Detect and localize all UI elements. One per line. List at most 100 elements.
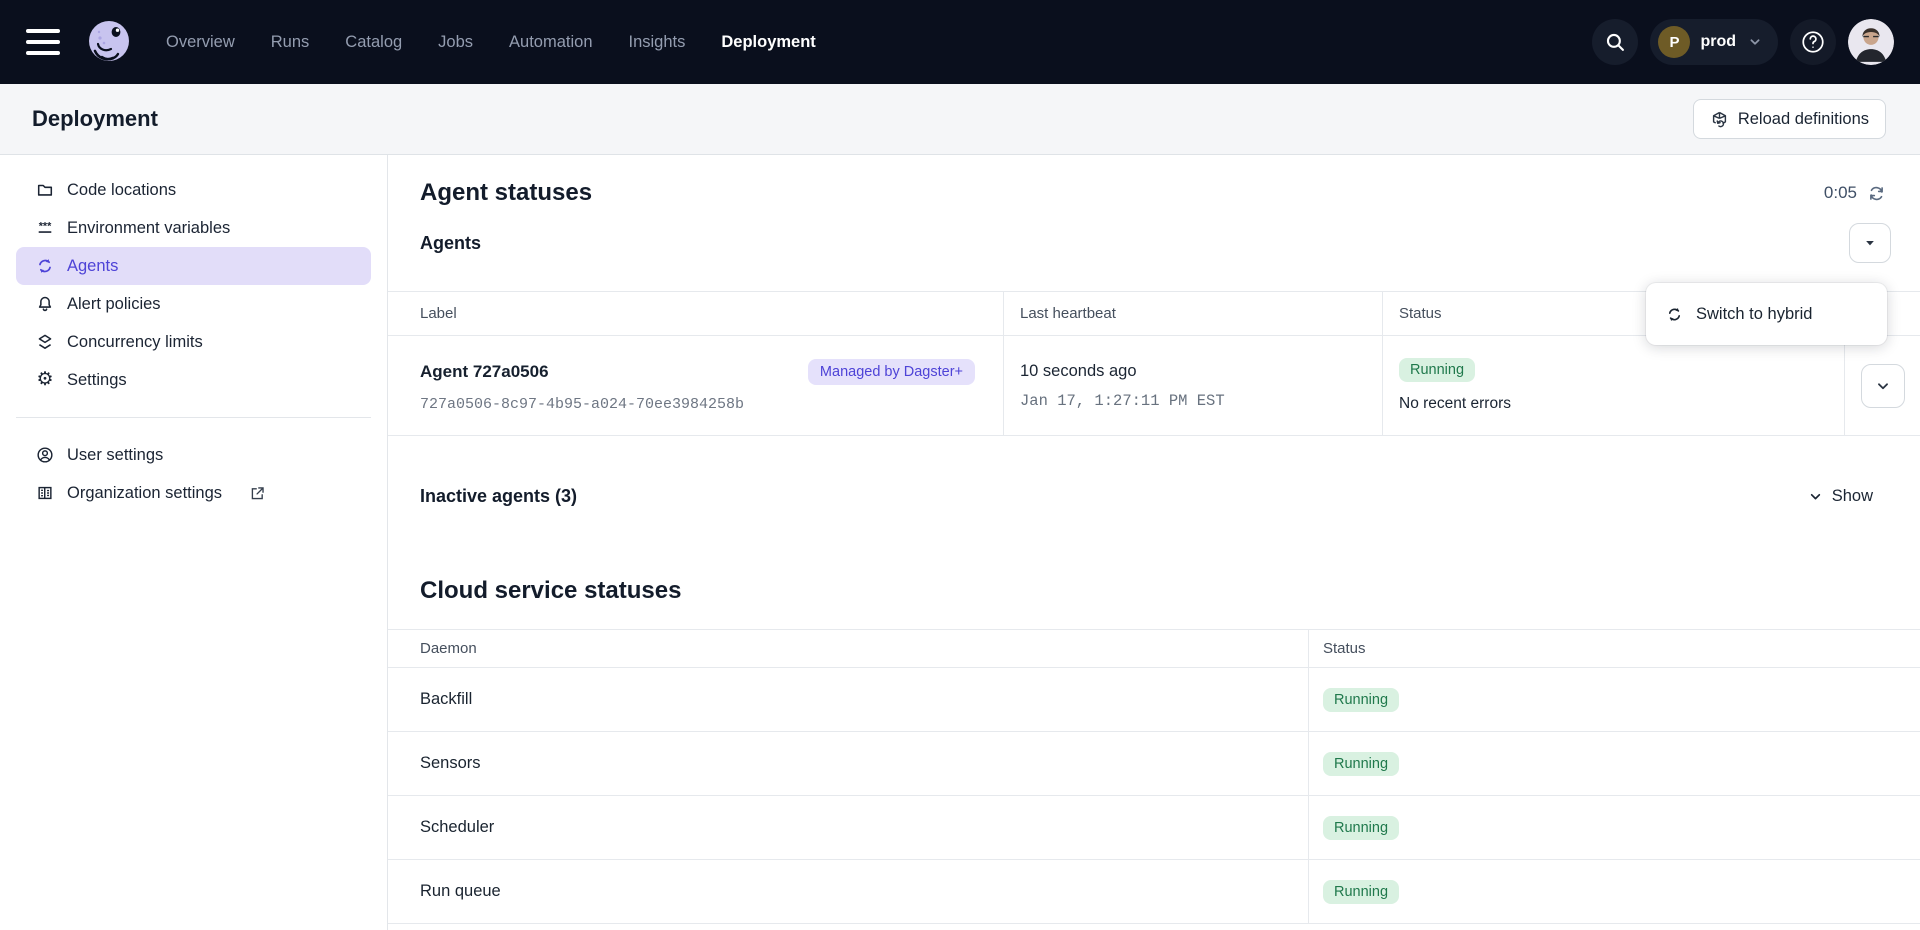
sidebar-item-agents[interactable]: Agents — [16, 247, 371, 285]
sidebar-item-label: Concurrency limits — [67, 333, 203, 352]
agent-sync-icon — [1666, 306, 1683, 323]
chevron-down-icon — [1807, 488, 1824, 505]
nav-item-overview[interactable]: Overview — [166, 33, 235, 52]
agent-actions-cell — [1844, 336, 1920, 435]
chevron-down-icon — [1746, 33, 1764, 51]
agent-sync-icon — [36, 257, 54, 275]
daemon-row-run-queue: Run queue Running — [388, 860, 1920, 924]
status-badge: Running — [1323, 816, 1399, 840]
agent-row-expand-button[interactable] — [1861, 364, 1905, 408]
menu-icon[interactable] — [26, 29, 60, 55]
page-header: Deployment Reload definitions — [0, 84, 1920, 155]
daemon-name: Sensors — [388, 732, 1308, 795]
sidebar-item-organization-settings[interactable]: Organization settings — [16, 474, 371, 512]
sidebar-item-environment-variables[interactable]: *** Environment variables — [16, 209, 371, 247]
gear-icon: ⚙ — [36, 371, 54, 389]
status-badge: Running — [1323, 752, 1399, 776]
auto-refresh: 0:05 — [1824, 183, 1886, 203]
user-avatar[interactable] — [1848, 19, 1894, 65]
heartbeat-timestamp: Jan 17, 1:27:11 PM EST — [1020, 392, 1366, 410]
status-detail: No recent errors — [1399, 395, 1828, 413]
sidebar-item-settings[interactable]: ⚙ Settings — [16, 361, 371, 399]
daemon-row-scheduler: Scheduler Running — [388, 796, 1920, 860]
status-badge: Running — [1399, 358, 1475, 382]
org-avatar: P — [1658, 26, 1690, 58]
daemon-status-cell: Running — [1308, 732, 1920, 795]
agents-section-title: Agents — [420, 233, 481, 254]
sidebar-item-alert-policies[interactable]: Alert policies — [16, 285, 371, 323]
status-badge: Running — [1323, 688, 1399, 712]
help-button[interactable] — [1790, 19, 1836, 65]
sidebar-item-label: Settings — [67, 371, 127, 390]
refresh-countdown: 0:05 — [1824, 183, 1857, 203]
navbar-actions: P prod — [1592, 19, 1894, 65]
deployment-sidebar: Code locations *** Environment variables… — [0, 155, 388, 930]
show-inactive-agents-toggle[interactable]: Show — [1807, 487, 1873, 506]
user-circle-icon — [36, 446, 54, 464]
top-navbar: Overview Runs Catalog Jobs Automation In… — [0, 0, 1920, 84]
nav-item-catalog[interactable]: Catalog — [345, 33, 402, 52]
sidebar-item-label: User settings — [67, 446, 163, 465]
sidebar-item-label: Alert policies — [67, 295, 161, 314]
inactive-agents-title: Inactive agents (3) — [420, 486, 577, 507]
organization-icon — [36, 484, 54, 502]
agents-menu-button[interactable] — [1849, 223, 1891, 263]
chevron-down-icon — [1874, 377, 1892, 395]
daemon-name: Backfill — [388, 668, 1308, 731]
agent-status-cell: Running No recent errors — [1382, 336, 1844, 435]
menu-item-switch-to-hybrid[interactable]: Switch to hybrid — [1646, 291, 1887, 337]
sidebar-item-label: Environment variables — [67, 219, 230, 238]
primary-nav: Overview Runs Catalog Jobs Automation In… — [166, 33, 816, 52]
folder-icon — [36, 181, 54, 199]
sidebar-item-user-settings[interactable]: User settings — [16, 436, 371, 474]
deployment-name: prod — [1700, 33, 1736, 51]
agent-label-cell: Agent 727a0506 Managed by Dagster+ 727a0… — [388, 336, 1003, 435]
agent-name: Agent 727a0506 — [420, 362, 549, 382]
sidebar-divider — [16, 417, 371, 418]
reload-definitions-label: Reload definitions — [1738, 110, 1869, 129]
agent-table-row: Agent 727a0506 Managed by Dagster+ 727a0… — [388, 336, 1920, 436]
reload-definitions-button[interactable]: Reload definitions — [1693, 99, 1886, 139]
daemon-name: Run queue — [388, 860, 1308, 923]
search-button[interactable] — [1592, 19, 1638, 65]
page-title: Deployment — [32, 106, 158, 132]
column-header-last-heartbeat: Last heartbeat — [1003, 292, 1382, 335]
nav-item-jobs[interactable]: Jobs — [438, 33, 473, 52]
nav-item-automation[interactable]: Automation — [509, 33, 592, 52]
daemon-status-cell: Running — [1308, 796, 1920, 859]
cloud-services-table: Daemon Status Backfill Running Sensors R… — [388, 629, 1920, 924]
nav-item-runs[interactable]: Runs — [271, 33, 310, 52]
column-header-label: Label — [388, 292, 1003, 335]
dagster-logo-icon[interactable] — [82, 15, 136, 69]
column-header-daemon: Daemon — [388, 630, 1308, 667]
sidebar-item-label: Organization settings — [67, 484, 222, 503]
show-toggle-label: Show — [1832, 487, 1873, 506]
agents-dropdown-menu: Switch to hybrid — [1646, 283, 1887, 345]
daemon-name: Scheduler — [388, 796, 1308, 859]
sidebar-item-code-locations[interactable]: Code locations — [16, 171, 371, 209]
layers-icon — [36, 333, 54, 351]
refresh-icon[interactable] — [1867, 184, 1886, 203]
agents-page: Agent statuses 0:05 Agents Label Last he… — [388, 155, 1920, 930]
cloud-table-header: Daemon Status — [388, 630, 1920, 668]
sidebar-item-concurrency-limits[interactable]: Concurrency limits — [16, 323, 371, 361]
caret-down-icon — [1862, 235, 1878, 251]
help-icon — [1800, 29, 1826, 55]
agent-statuses-title: Agent statuses — [420, 179, 592, 207]
agent-id: 727a0506-8c97-4b95-a024-70ee3984258b — [420, 396, 987, 413]
status-badge: Running — [1323, 880, 1399, 904]
sidebar-item-label: Agents — [67, 257, 118, 276]
heartbeat-relative: 10 seconds ago — [1020, 362, 1366, 381]
external-link-icon — [249, 485, 266, 502]
reload-code-location-icon — [1710, 110, 1729, 129]
svg-text:***: *** — [39, 220, 52, 232]
daemon-status-cell: Running — [1308, 668, 1920, 731]
variables-icon: *** — [36, 219, 54, 237]
search-icon — [1604, 31, 1626, 53]
deployment-switcher[interactable]: P prod — [1650, 19, 1778, 65]
menu-item-label: Switch to hybrid — [1696, 305, 1812, 324]
nav-item-deployment[interactable]: Deployment — [721, 33, 815, 52]
daemon-row-backfill: Backfill Running — [388, 668, 1920, 732]
managed-by-badge: Managed by Dagster+ — [808, 359, 975, 385]
nav-item-insights[interactable]: Insights — [629, 33, 686, 52]
